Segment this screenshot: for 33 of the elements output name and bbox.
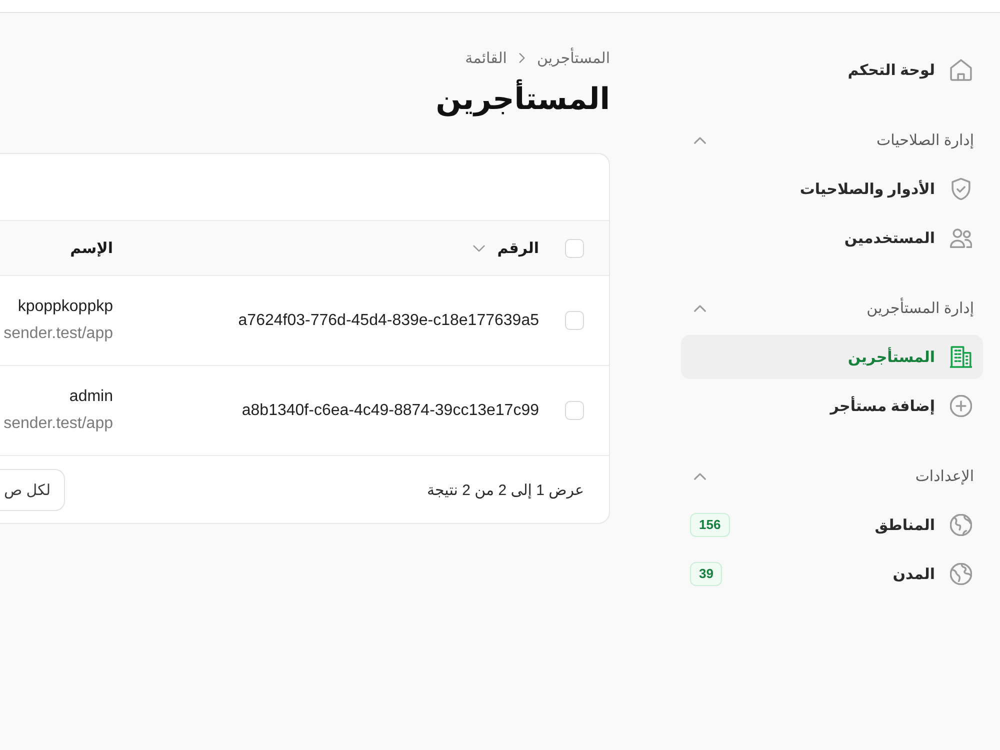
globe-icon — [950, 514, 972, 536]
users-icon — [950, 227, 972, 249]
nav-item[interactable]: إضافة مستأجر — [681, 384, 983, 428]
column-header[interactable]: الرقم — [473, 239, 539, 257]
breadcrumb-link[interactable]: المستأجرين — [536, 49, 610, 67]
tenant-id: a7624f03-776d-45d4-839e-c18e177639a5 — [238, 312, 539, 330]
section-toggle[interactable]: الإعدادات — [681, 454, 983, 498]
tenant-domain: sender.test/app — [4, 415, 113, 433]
checkbox[interactable] — [565, 311, 584, 330]
nav-item[interactable]: المستأجرين — [681, 335, 983, 379]
nav-item[interactable]: الأدوار والصلاحيات — [681, 167, 983, 211]
results-summary: عرض 1 إلى 2 من 2 نتيجة — [426, 480, 584, 498]
section-toggle[interactable]: إدارة المستأجرين — [681, 286, 983, 330]
count-badge: 156 — [690, 513, 730, 537]
nav-item[interactable]: المستخدمين — [681, 216, 983, 260]
per-page-select[interactable]: لكل ص — [0, 468, 65, 510]
tenant-id: a8b1340f-c6ea-4c49-8874-39cc13e17c99 — [242, 402, 539, 420]
nav-item[interactable]: لوحة التحكم — [681, 48, 983, 92]
home-icon — [950, 59, 972, 81]
tenant-name: kpoppkoppkp — [18, 298, 113, 316]
tenant-domain: sender.test/app — [4, 325, 113, 343]
count-badge: 39 — [690, 562, 722, 586]
section-toggle[interactable]: إدارة الصلاحيات — [681, 118, 983, 162]
shield-check-icon — [950, 178, 972, 200]
breadcrumb-current: القائمة — [465, 49, 507, 67]
building-icon — [950, 346, 972, 368]
chevron-right-icon — [518, 53, 525, 63]
globe-icon — [950, 563, 972, 585]
checkbox[interactable] — [565, 401, 584, 420]
page-title: المستأجرين — [0, 80, 610, 120]
column-header: الإسم — [70, 239, 113, 257]
checkbox[interactable] — [565, 238, 584, 258]
tenant-name: admin — [69, 388, 113, 406]
